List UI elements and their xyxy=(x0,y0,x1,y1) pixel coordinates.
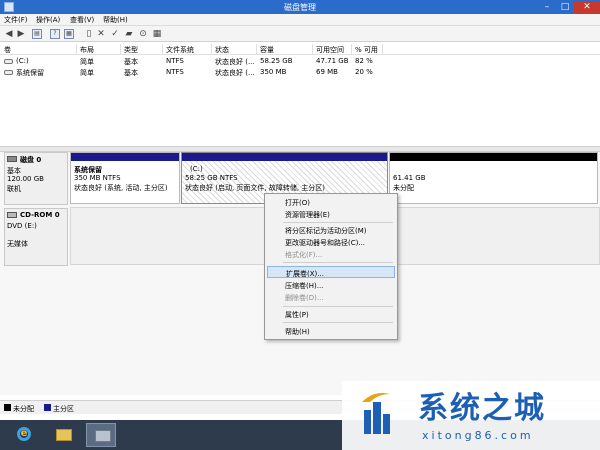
volume-free-space: 47.71 GB xyxy=(316,57,349,65)
menu-item-properties[interactable]: 属性(P) xyxy=(267,308,395,320)
disk-name: 磁盘 0 xyxy=(20,156,42,164)
delete-icon[interactable]: ✕ xyxy=(96,29,106,39)
menu-item-extend[interactable]: 扩展卷(X)... xyxy=(267,266,395,278)
column-percent-free[interactable]: % 可用 xyxy=(355,45,378,55)
volume-list-header: 卷 布局 类型 文件系统 状态 容量 可用空间 % 可用 xyxy=(0,44,600,55)
search-icon[interactable]: ⊙ xyxy=(138,29,148,39)
menu-item-mark-active[interactable]: 将分区标记为活动分区(M) xyxy=(267,224,395,236)
column-free-space[interactable]: 可用空间 xyxy=(316,45,344,55)
menu-item-explore[interactable]: 资源管理器(E) xyxy=(267,208,395,220)
volume-filesystem: NTFS xyxy=(166,68,184,76)
legend-primary: 主分区 xyxy=(53,405,74,413)
properties-icon[interactable]: ▦ xyxy=(64,29,74,39)
folder-icon xyxy=(56,429,72,441)
volume-percent-free: 20 % xyxy=(355,68,373,76)
partition-bar xyxy=(390,153,597,161)
disk-management-taskbar-button[interactable] xyxy=(86,423,116,447)
grid-icon[interactable]: ▦ xyxy=(152,29,162,39)
volume-name: 系统保留 xyxy=(16,69,44,77)
minimize-button[interactable]: – xyxy=(538,1,556,13)
column-layout[interactable]: 布局 xyxy=(80,45,94,55)
partition-bar xyxy=(182,153,387,161)
drive-icon xyxy=(4,59,13,64)
console-tree-icon[interactable]: ▤ xyxy=(32,29,42,39)
menu-action[interactable]: 操作(A) xyxy=(36,15,60,25)
partition-status: 状态良好 (系统, 活动, 主分区) xyxy=(74,184,168,192)
partition-size: 350 MB NTFS xyxy=(74,174,121,182)
watermark-brand: 系统之城 xyxy=(418,391,546,426)
cdrom-state: 无媒体 xyxy=(7,240,28,248)
volume-layout: 简单 xyxy=(80,58,94,66)
toolbar: ◀ ▶ ▤ ? ▦ ▯ ✕ ✓ ▰ ⊙ ▦ xyxy=(0,26,600,42)
cdrom-name: CD-ROM 0 xyxy=(20,211,60,219)
partition-bar xyxy=(71,153,179,161)
volume-type: 基本 xyxy=(124,58,138,66)
menu-view[interactable]: 查看(V) xyxy=(70,15,94,25)
watermark-url: xitong86.com xyxy=(422,429,534,442)
check-icon[interactable]: ✓ xyxy=(110,29,120,39)
primary-swatch xyxy=(44,404,51,411)
partition-unallocated[interactable]: 61.41 GB 未分配 xyxy=(389,152,598,204)
explorer-taskbar-button[interactable] xyxy=(48,423,78,447)
building-logo-icon xyxy=(362,393,390,434)
disk-0-label[interactable]: 磁盘 0 基本 120.00 GB 联机 xyxy=(4,152,68,205)
partition-status: 状态良好 (启动, 页面文件, 故障转储, 主分区) xyxy=(185,184,326,192)
column-type[interactable]: 类型 xyxy=(124,45,138,55)
partition-system-reserved[interactable]: 系统保留 350 MB NTFS 状态良好 (系统, 活动, 主分区) xyxy=(70,152,180,204)
volume-status: 状态良好 (... xyxy=(215,58,255,66)
legend-unallocated: 未分配 xyxy=(13,405,34,413)
volume-name: (C:) xyxy=(16,57,29,65)
volume-row[interactable]: (C:) 简单 基本 NTFS 状态良好 (... 58.25 GB 47.71… xyxy=(0,56,600,67)
drive-icon xyxy=(4,70,13,75)
volume-free-space: 69 MB xyxy=(316,68,338,76)
volume-row[interactable]: 系统保留 简单 基本 NTFS 状态良好 (... 350 MB 69 MB 2… xyxy=(0,67,600,78)
volume-type: 基本 xyxy=(124,69,138,77)
volume-filesystem: NTFS xyxy=(166,57,184,65)
menu-item-shrink[interactable]: 压缩卷(H)... xyxy=(267,279,395,291)
menu-bar: 文件(F) 操作(A) 查看(V) 帮助(H) xyxy=(0,14,600,26)
maximize-button[interactable]: □ xyxy=(556,1,574,13)
internet-explorer-icon: e xyxy=(17,427,31,441)
menu-item-change-letter[interactable]: 更改驱动器号和路径(C)... xyxy=(267,236,395,248)
disk-state: 联机 xyxy=(7,185,21,193)
volume-percent-free: 82 % xyxy=(355,57,373,65)
disk-icon xyxy=(7,156,17,162)
volume-capacity: 350 MB xyxy=(260,68,287,76)
column-capacity[interactable]: 容量 xyxy=(260,45,274,55)
column-volume[interactable]: 卷 xyxy=(4,45,11,55)
unallocated-swatch xyxy=(4,404,11,411)
cdrom-label[interactable]: CD-ROM 0 DVD (E:) 无媒体 xyxy=(4,208,68,266)
forward-icon[interactable]: ▶ xyxy=(16,29,26,39)
context-menu: 打开(O) 资源管理器(E) 将分区标记为活动分区(M) 更改驱动器号和路径(C… xyxy=(264,193,398,340)
back-icon[interactable]: ◀ xyxy=(4,29,14,39)
column-status[interactable]: 状态 xyxy=(215,45,229,55)
menu-item-format[interactable]: 格式化(F)... xyxy=(267,248,395,260)
menu-item-open[interactable]: 打开(O) xyxy=(267,196,395,208)
menu-item-help[interactable]: 帮助(H) xyxy=(267,325,395,337)
watermark: 系统之城 xitong86.com xyxy=(342,381,600,450)
rescan-icon[interactable]: ▯ xyxy=(84,29,94,39)
partition-size: 58.25 GB NTFS xyxy=(185,174,238,182)
disk-management-icon xyxy=(95,430,111,442)
volume-status: 状态良好 (... xyxy=(215,69,255,77)
cdrom-drive: DVD (E:) xyxy=(7,222,37,230)
volume-capacity: 58.25 GB xyxy=(260,57,293,65)
title-bar: 磁盘管理 – □ ✕ xyxy=(0,0,600,14)
menu-file[interactable]: 文件(F) xyxy=(4,15,28,25)
cdrom-icon xyxy=(7,212,17,218)
help-icon[interactable]: ? xyxy=(50,29,60,39)
window-title: 磁盘管理 xyxy=(284,3,316,12)
close-button[interactable]: ✕ xyxy=(574,1,600,13)
column-filesystem[interactable]: 文件系统 xyxy=(166,45,194,55)
open-icon[interactable]: ▰ xyxy=(124,29,134,39)
ie-taskbar-button[interactable]: e xyxy=(8,423,38,447)
menu-help[interactable]: 帮助(H) xyxy=(103,15,128,25)
menu-item-delete[interactable]: 删除卷(D)... xyxy=(267,291,395,303)
partition-size: 61.41 GB xyxy=(393,174,426,182)
disk-size: 120.00 GB xyxy=(7,175,44,183)
partition-status: 未分配 xyxy=(393,184,414,192)
partition-name: (C:) xyxy=(190,165,203,173)
volume-layout: 简单 xyxy=(80,69,94,77)
